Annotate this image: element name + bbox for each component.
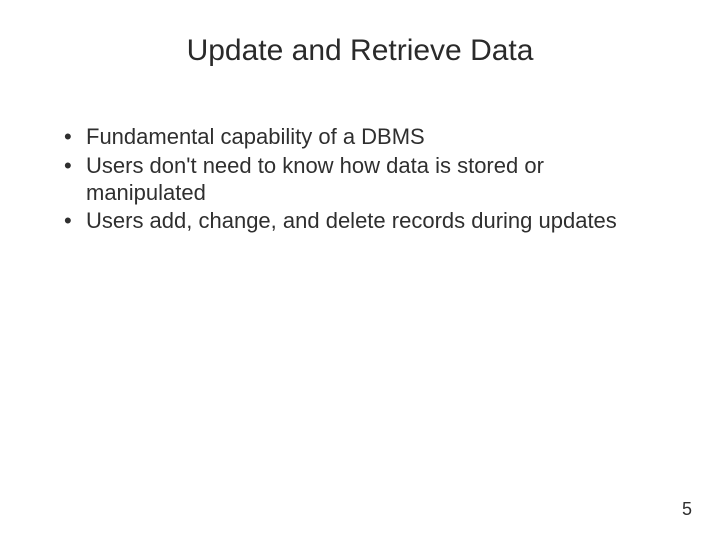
page-number: 5	[682, 499, 692, 520]
bullet-list: Fundamental capability of a DBMS Users d…	[0, 124, 720, 235]
list-item: Users don't need to know how data is sto…	[56, 153, 664, 207]
slide-title: Update and Retrieve Data	[0, 0, 720, 68]
list-item: Users add, change, and delete records du…	[56, 208, 664, 235]
list-item: Fundamental capability of a DBMS	[56, 124, 664, 151]
